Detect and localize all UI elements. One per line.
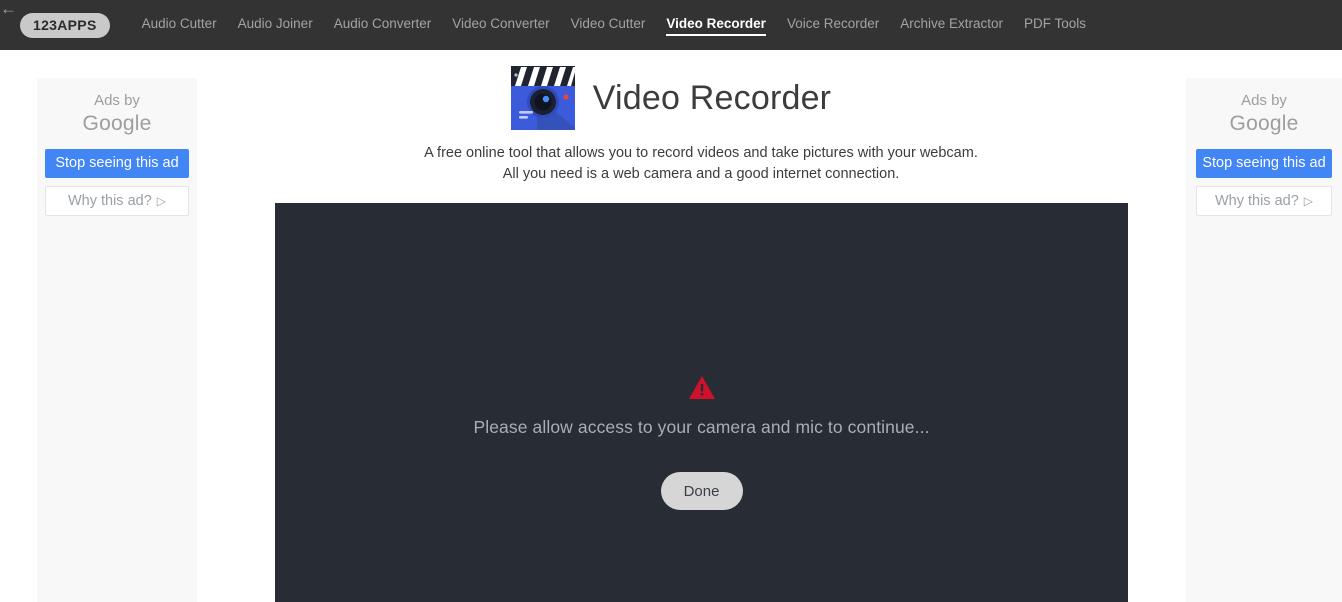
left-play-triangle-icon: ▷ (156, 193, 167, 208)
nav-item-video-cutter[interactable]: Video Cutter (571, 16, 646, 34)
left-stop-seeing-ad-button[interactable]: Stop seeing this ad (45, 149, 189, 178)
nav-item-voice-recorder[interactable]: Voice Recorder (787, 16, 879, 34)
left-ad-panel: Ads by Google Stop seeing this ad Why th… (37, 78, 197, 602)
page-title-row: Video Recorder (0, 66, 1342, 130)
nav-item-pdf-tools[interactable]: PDF Tools (1024, 16, 1086, 34)
warning-triangle-icon (688, 376, 715, 399)
left-why-this-ad-button[interactable]: Why this ad? ▷ (45, 185, 189, 216)
nav-item-audio-cutter[interactable]: Audio Cutter (142, 16, 217, 34)
right-ad-panel: Ads by Google Stop seeing this ad Why th… (1186, 78, 1342, 602)
video-stage: Please allow access to your camera and m… (275, 203, 1128, 602)
video-recorder-app-icon (510, 66, 575, 130)
page-subtitle: A free online tool that allows you to re… (424, 145, 978, 182)
top-header: 123APPS Audio Cutter Audio Joiner Audio … (0, 0, 1342, 50)
nav-item-archive-extractor[interactable]: Archive Extractor (900, 16, 1003, 34)
right-stop-seeing-ad-button[interactable]: Stop seeing this ad (1196, 149, 1332, 178)
nav-item-audio-joiner[interactable]: Audio Joiner (238, 16, 313, 34)
left-why-this-ad-label: Why this ad? (67, 192, 152, 209)
nav-item-video-converter[interactable]: Video Converter (452, 16, 549, 34)
right-why-this-ad-button[interactable]: Why this ad? ▷ (1196, 185, 1332, 216)
nav-item-audio-converter[interactable]: Audio Converter (334, 16, 432, 34)
brand-logo[interactable]: 123APPS (20, 12, 110, 38)
left-ad-back-arrow-icon[interactable]: ← (0, 0, 17, 17)
right-why-this-ad-label: Why this ad? (1214, 192, 1299, 209)
camera-permission-message: Please allow access to your camera and m… (473, 417, 930, 437)
right-play-triangle-icon: ▷ (1303, 193, 1314, 208)
page-root: 123APPS Audio Cutter Audio Joiner Audio … (0, 0, 1342, 602)
nav-item-video-recorder[interactable]: Video Recorder (666, 16, 766, 36)
page-title: Video Recorder (592, 78, 832, 117)
done-button[interactable]: Done (660, 472, 743, 510)
main-nav: Audio Cutter Audio Joiner Audio Converte… (142, 16, 1107, 36)
